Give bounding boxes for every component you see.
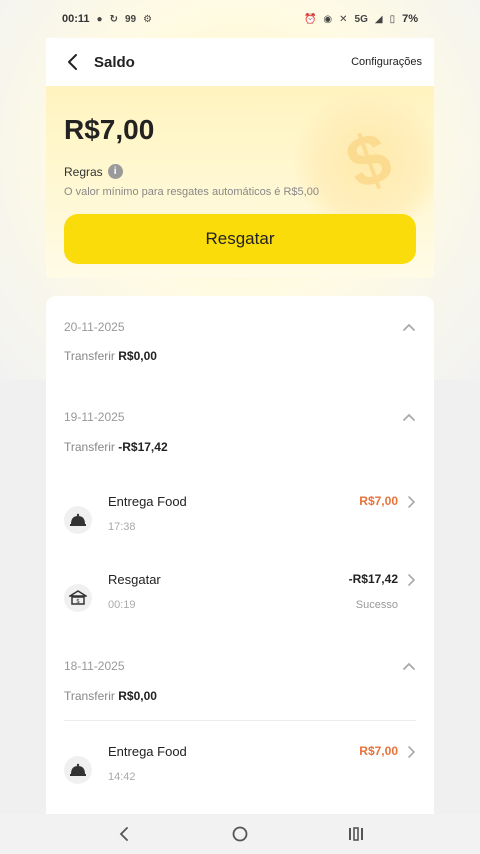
bank-withdraw-icon: $ [64,584,92,612]
header-left: Saldo [66,53,135,71]
chevron-up-icon[interactable] [402,322,416,332]
chevron-up-icon[interactable] [402,661,416,671]
alarm-icon: ⏰ [303,13,317,25]
transaction-time: 17:38 [108,521,136,533]
99-icon: 99 [124,13,137,25]
chevron-right-icon [408,574,416,586]
balance-card: $ R$7,00 Regras i O valor mínimo para re… [46,86,434,278]
rules-row[interactable]: Regras i [64,164,123,179]
location-icon: ◉ [323,13,333,25]
chevron-up-icon[interactable] [402,412,416,422]
transfer-value: R$0,00 [118,689,157,703]
transfer-label: Transferir [64,349,115,363]
status-time: 00:11 [62,13,90,25]
transaction-name: Entrega Food [108,494,187,509]
battery-icon: ▯ [389,13,396,25]
transaction-amount: -R$17,42 [348,572,398,586]
transfer-summary: Transferir -R$17,42 [64,440,168,454]
group-date: 18-11-2025 [64,659,125,673]
nav-back-icon[interactable] [112,822,136,846]
system-nav-bar [0,814,480,854]
transaction-name: Entrega Food [108,744,187,759]
divider [64,720,416,721]
transaction-item[interactable]: $ Resgatar 00:19 -R$17,42 Sucesso [64,572,416,628]
status-right: ⏰ ◉ ✕ 5G ◢ ▯ 7% [304,13,418,25]
alarm-loop-icon: ↻ [109,13,118,25]
transaction-amount: R$7,00 [359,744,398,758]
battery-level: 7% [402,13,418,25]
transfer-label: Transferir [64,440,115,454]
transfer-value: R$0,00 [118,349,157,363]
date-group-header[interactable]: 18-11-2025 [64,659,416,673]
balance-amount: R$7,00 [64,114,155,145]
transfer-summary: Transferir R$0,00 [64,689,157,703]
redeem-button[interactable]: Resgatar [64,214,416,264]
status-bar: 00:11 ● ↻ 99 ⚙ ⏰ ◉ ✕ 5G ◢ ▯ 7% [0,0,480,38]
chevron-right-icon [408,746,416,758]
transaction-amount: R$7,00 [359,494,398,508]
rules-description: O valor mínimo para resgates automáticos… [64,186,319,198]
header: Saldo Configurações [46,38,434,86]
nav-recents-icon[interactable] [344,822,368,846]
transactions-panel: 20-11-2025 Transferir R$0,00 19-11-2025 … [46,296,434,814]
transaction-item[interactable]: Entrega Food 17:38 R$7,00 [64,494,416,550]
gear-icon: ⚙ [143,13,153,25]
transaction-time: 14:42 [108,771,136,783]
back-arrow-icon[interactable] [66,53,80,71]
c-icon: ● [96,13,103,25]
transfer-label: Transferir [64,689,115,703]
transaction-name: Resgatar [108,572,161,587]
food-delivery-icon [64,756,92,784]
signal-icon: ◢ [374,13,383,25]
mute-icon: ✕ [339,13,348,25]
date-group-header[interactable]: 19-11-2025 [64,410,416,424]
date-group-header[interactable]: 20-11-2025 [64,320,416,334]
svg-text:$: $ [76,598,80,605]
group-date: 20-11-2025 [64,320,125,334]
nav-home-icon[interactable] [228,822,252,846]
group-date: 19-11-2025 [64,410,125,424]
transfer-value: -R$17,42 [118,440,168,454]
transaction-status: Sucesso [355,599,398,611]
transaction-item[interactable]: Entrega Food 14:42 R$7,00 [64,744,416,800]
chevron-right-icon [408,496,416,508]
page-title: Saldo [94,53,135,71]
rules-label: Regras [64,164,103,179]
network-type: 5G [354,13,368,25]
settings-link[interactable]: Configurações [351,56,422,68]
transaction-time: 00:19 [108,599,136,611]
status-left: 00:11 ● ↻ 99 ⚙ [62,13,152,25]
app-screen: Saldo Configurações $ R$7,00 Regras i O … [46,38,434,814]
info-icon[interactable]: i [107,164,123,179]
food-delivery-icon [64,506,92,534]
transfer-summary: Transferir R$0,00 [64,349,157,363]
